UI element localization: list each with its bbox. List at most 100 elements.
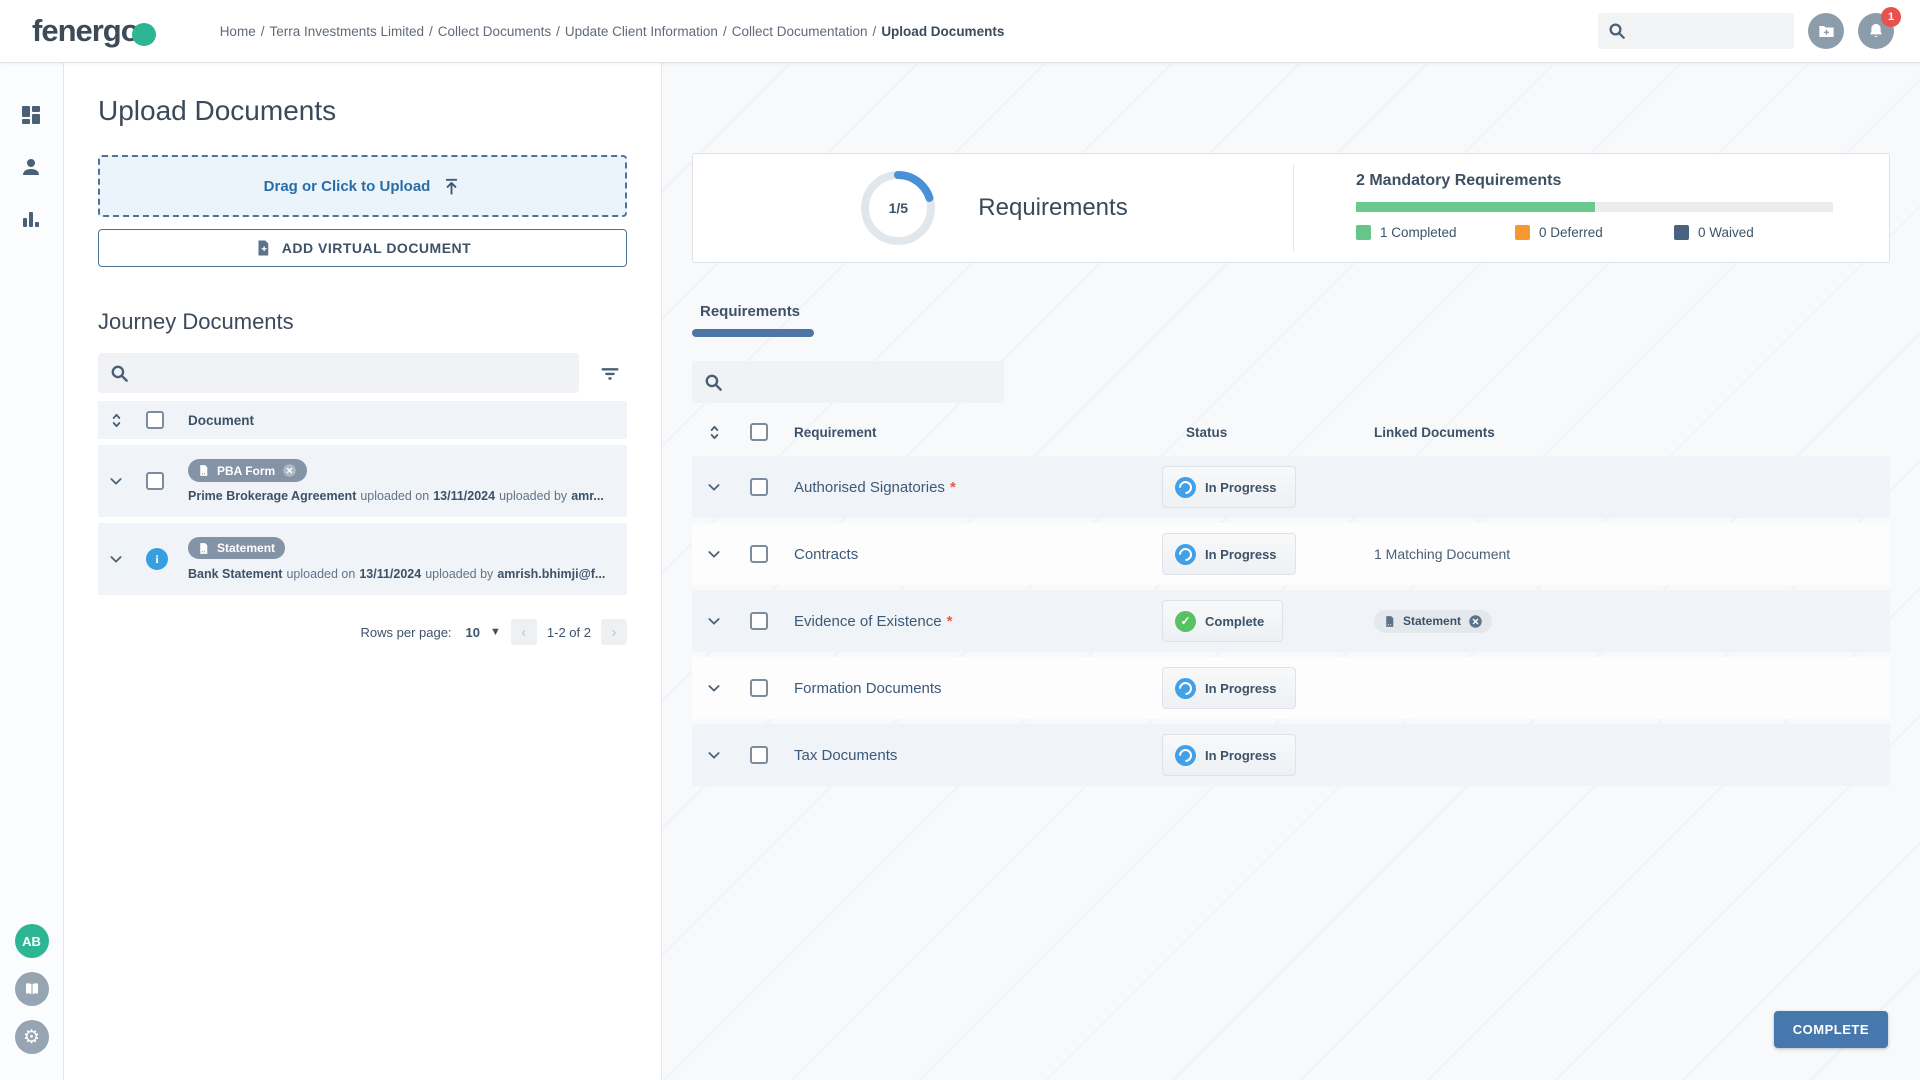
progress-fraction: 1/5 xyxy=(858,168,938,248)
breadcrumb-item[interactable]: Collect Documents xyxy=(438,24,551,39)
required-asterisk: * xyxy=(950,479,956,496)
document-column-header: Document xyxy=(188,413,627,428)
completed-legend-label: 1 Completed xyxy=(1380,225,1457,240)
breadcrumb-separator: / xyxy=(723,24,727,39)
requirement-row-evidence-of-existence: Evidence of Existence * ✓ Complete Stateme… xyxy=(692,590,1890,652)
mandatory-progress-bar xyxy=(1356,202,1833,212)
expand-row-icon[interactable] xyxy=(706,680,750,696)
in-progress-icon xyxy=(1175,477,1196,498)
status-chip[interactable]: In Progress xyxy=(1162,667,1296,709)
logo-teal-dot-icon xyxy=(132,23,156,46)
required-asterisk: * xyxy=(947,613,953,630)
document-icon xyxy=(1383,615,1396,628)
requirement-row-authorised-signatories: Authorised Signatories * In Progress xyxy=(692,456,1890,518)
status-chip[interactable]: ✓ Complete xyxy=(1162,600,1283,642)
notifications-button[interactable]: 1 xyxy=(1858,13,1894,49)
breadcrumb-item[interactable]: Update Client Information xyxy=(565,24,718,39)
breadcrumb-item[interactable]: Home xyxy=(220,24,256,39)
page-title: Upload Documents xyxy=(98,95,627,127)
deferred-swatch xyxy=(1515,225,1530,240)
knowledge-base-button[interactable] xyxy=(15,972,49,1006)
notification-badge: 1 xyxy=(1881,7,1901,27)
complete-button[interactable]: COMPLETE xyxy=(1774,1011,1888,1048)
document-row-pba-form: PBA Form Prime Brokerage Agreementupload… xyxy=(98,445,627,517)
document-tag-pill[interactable]: PBA Form xyxy=(188,459,307,482)
expand-row-icon[interactable] xyxy=(706,747,750,763)
status-label: Complete xyxy=(1205,614,1264,629)
sort-icon[interactable] xyxy=(706,424,750,441)
filter-button[interactable] xyxy=(593,356,627,390)
legend: 1 Completed 0 Deferred 0 Waived xyxy=(1356,225,1833,240)
breadcrumb-item[interactable]: Collect Documentation xyxy=(732,24,868,39)
top-bar: fenergo Home/Terra Investments Limited/C… xyxy=(0,0,1920,63)
expand-row-icon[interactable] xyxy=(108,473,146,489)
upload-icon xyxy=(442,177,461,196)
document-meta: Prime Brokerage Agreementuploaded on13/1… xyxy=(188,489,627,503)
chevron-down-icon[interactable]: ▼ xyxy=(490,626,501,638)
upload-documents-panel: Upload Documents Drag or Click to Upload… xyxy=(64,63,662,1080)
global-search-input[interactable] xyxy=(1598,13,1794,49)
expand-row-icon[interactable] xyxy=(108,551,146,567)
linked-document-pill[interactable]: Statement xyxy=(1374,610,1492,633)
complete-check-icon: ✓ xyxy=(1175,611,1196,632)
sort-icon[interactable] xyxy=(108,412,146,429)
breadcrumb-item[interactable]: Terra Investments Limited xyxy=(269,24,424,39)
previous-page-button[interactable]: ‹ xyxy=(511,619,537,645)
dropzone-label: Drag or Click to Upload xyxy=(264,178,431,195)
matching-documents-link[interactable]: 1 Matching Document xyxy=(1374,546,1890,562)
book-icon xyxy=(23,980,41,998)
requirement-checkbox[interactable] xyxy=(750,612,768,630)
mandatory-progress-fill xyxy=(1356,202,1595,212)
document-checkbox[interactable] xyxy=(146,472,164,490)
linked-document-label: Statement xyxy=(1403,614,1461,628)
linked-documents-column-header: Linked Documents xyxy=(1374,425,1890,440)
deferred-legend-label: 0 Deferred xyxy=(1539,225,1603,240)
expand-row-icon[interactable] xyxy=(706,613,750,629)
reports-icon[interactable] xyxy=(19,207,45,233)
remove-tag-icon[interactable] xyxy=(282,463,297,478)
breadcrumb-separator: / xyxy=(261,24,265,39)
unlink-document-icon[interactable] xyxy=(1468,614,1483,629)
expand-row-icon[interactable] xyxy=(706,546,750,562)
requirement-column-header: Requirement xyxy=(794,425,1162,440)
status-label: In Progress xyxy=(1205,681,1277,696)
select-all-requirements-checkbox[interactable] xyxy=(750,423,768,441)
journey-documents-header-row: Document xyxy=(98,401,627,439)
folder-plus-icon xyxy=(1817,22,1836,41)
requirement-name: Contracts xyxy=(794,546,858,563)
gear-icon: ⚙ xyxy=(23,1028,40,1047)
requirements-search-input[interactable] xyxy=(692,361,1004,403)
select-all-documents-checkbox[interactable] xyxy=(146,411,164,429)
document-icon xyxy=(197,464,210,477)
requirement-checkbox[interactable] xyxy=(750,746,768,764)
requirement-checkbox[interactable] xyxy=(750,545,768,563)
user-avatar[interactable]: AB xyxy=(15,924,49,958)
add-document-button[interactable] xyxy=(1808,13,1844,49)
virtual-document-icon xyxy=(254,239,272,257)
status-chip[interactable]: In Progress xyxy=(1162,533,1296,575)
document-tag-pill[interactable]: Statement xyxy=(188,537,285,559)
add-virtual-document-button[interactable]: ADD VIRTUAL DOCUMENT xyxy=(98,229,627,267)
status-chip[interactable]: In Progress xyxy=(1162,466,1296,508)
info-icon[interactable]: i xyxy=(146,548,168,570)
next-page-button[interactable]: › xyxy=(601,619,627,645)
upload-dropzone[interactable]: Drag or Click to Upload xyxy=(98,155,627,217)
expand-row-icon[interactable] xyxy=(706,479,750,495)
pagination: Rows per page: 10 ▼ ‹ 1-2 of 2 › xyxy=(98,619,627,645)
document-meta: Bank Statementuploaded on13/11/2024uploa… xyxy=(188,567,627,581)
settings-button[interactable]: ⚙ xyxy=(15,1020,49,1054)
requirement-name: Authorised Signatories xyxy=(794,479,945,496)
rows-per-page-select[interactable]: 10 xyxy=(466,625,480,640)
bell-icon xyxy=(1867,22,1885,40)
clients-icon[interactable] xyxy=(19,155,45,181)
tab-requirements[interactable]: Requirements xyxy=(692,303,814,337)
status-chip[interactable]: In Progress xyxy=(1162,734,1296,776)
requirements-main: 1/5 Requirements 2 Mandatory Requirement… xyxy=(662,63,1920,1080)
requirement-checkbox[interactable] xyxy=(750,478,768,496)
requirement-name: Evidence of Existence xyxy=(794,613,942,630)
requirement-name: Formation Documents xyxy=(794,680,942,697)
journey-documents-search-input[interactable] xyxy=(98,353,579,393)
requirement-checkbox[interactable] xyxy=(750,679,768,697)
dashboard-icon[interactable] xyxy=(19,103,45,129)
document-icon xyxy=(197,542,210,555)
